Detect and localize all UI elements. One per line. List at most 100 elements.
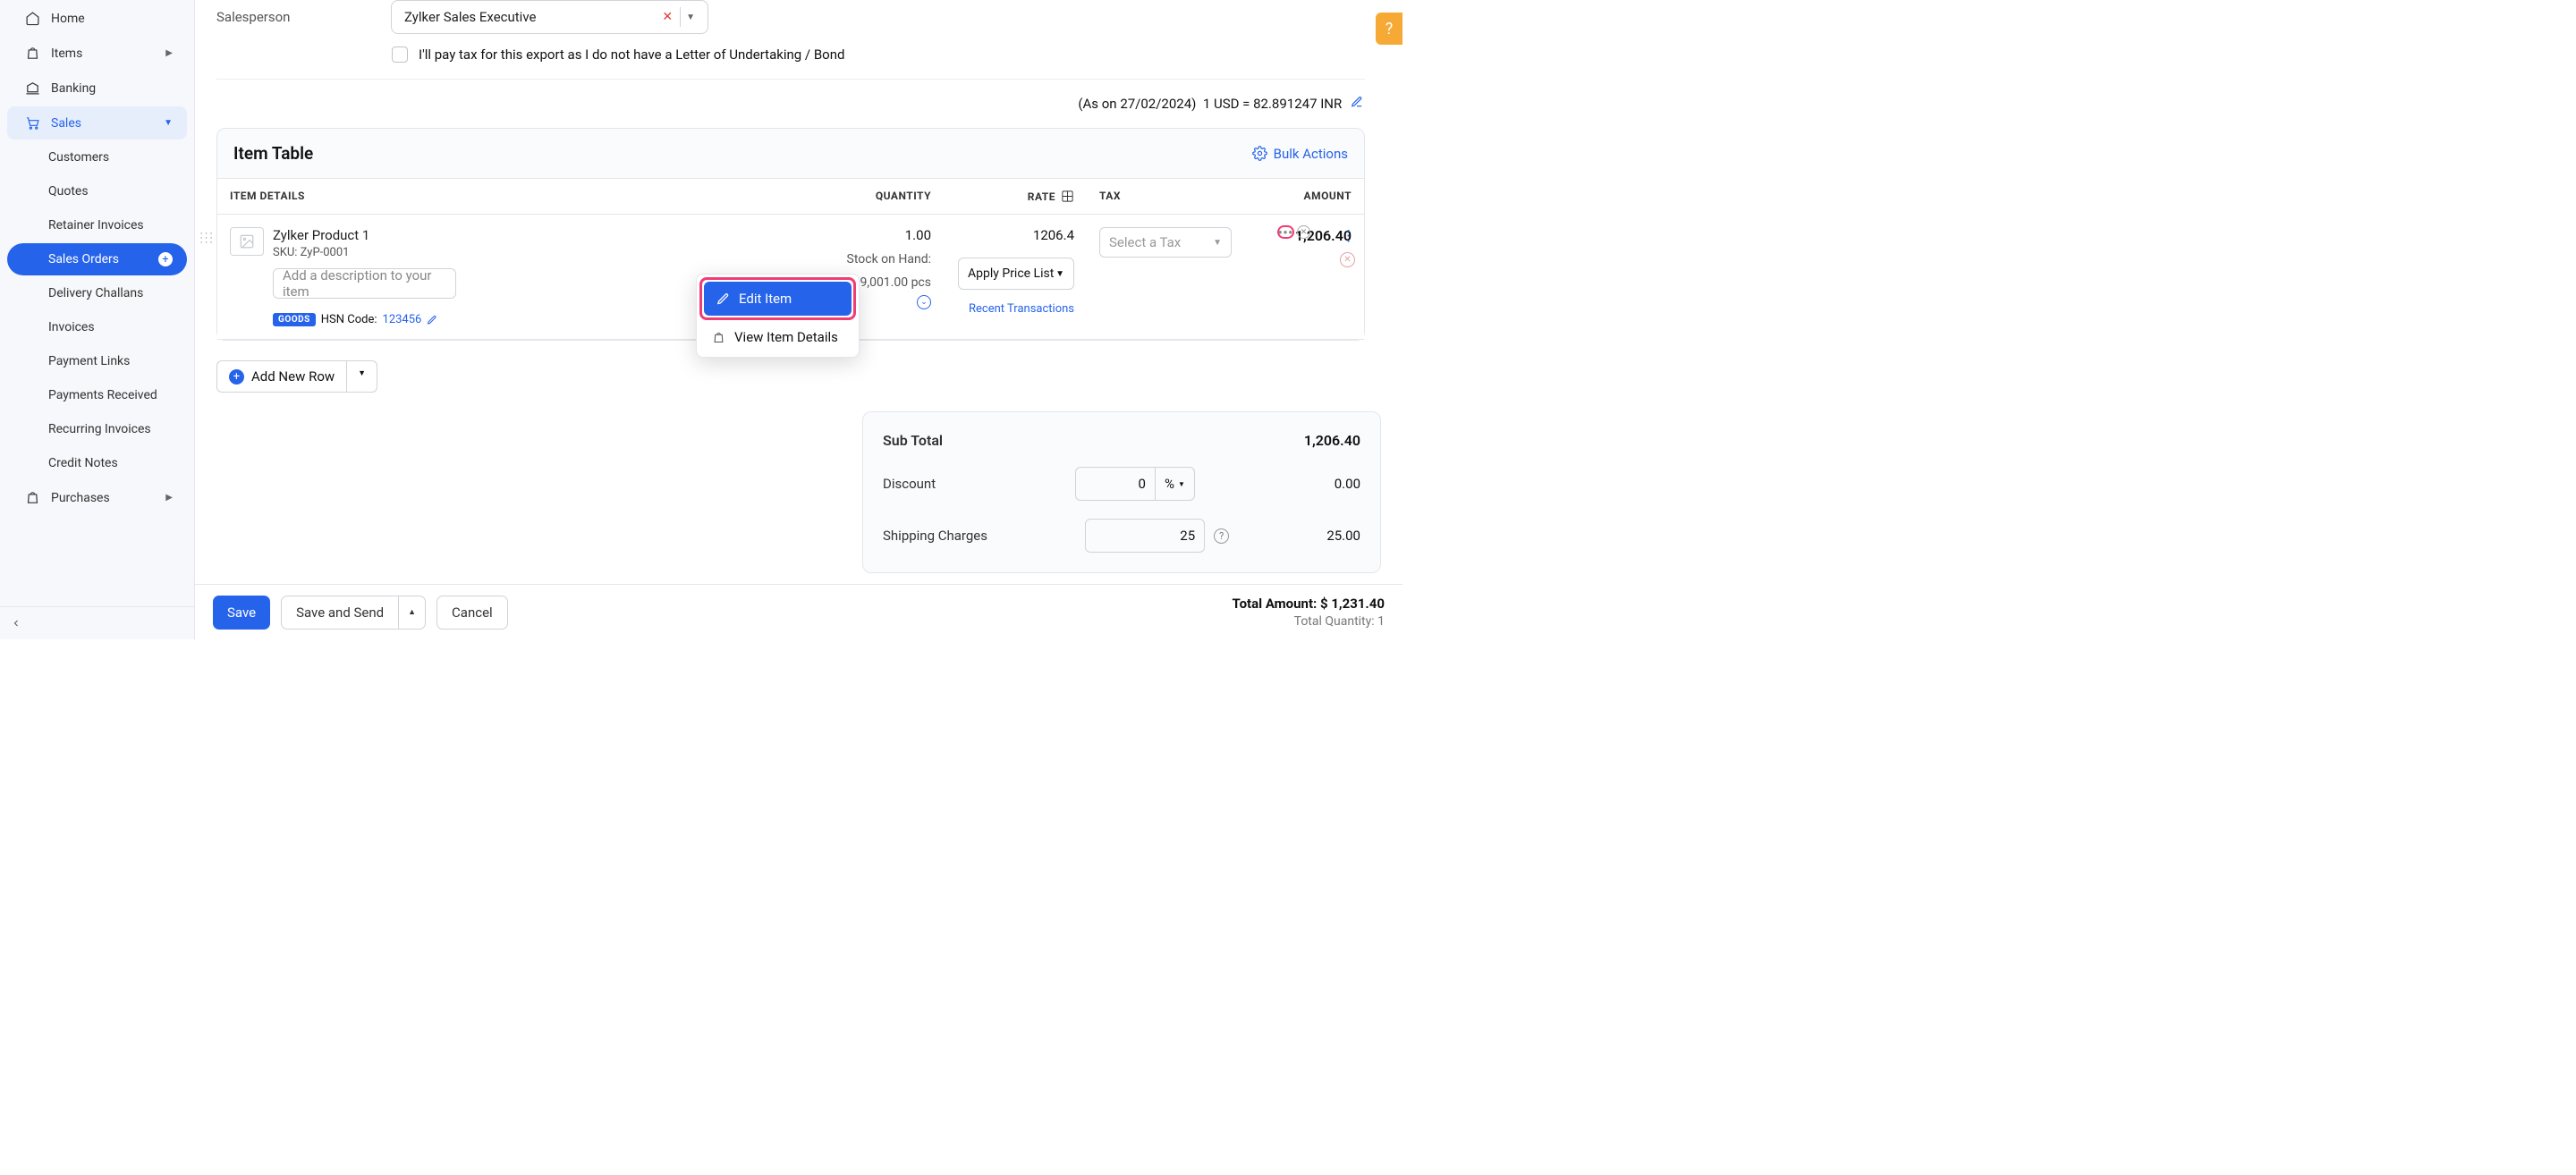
description-input[interactable]: Add a description to your item	[273, 268, 456, 299]
product-name[interactable]: Zylker Product 1	[273, 227, 797, 243]
exchange-rate-row: (As on 27/02/2024) 1 USD = 82.891247 INR	[216, 96, 1363, 112]
discount-unit-select[interactable]: % ▼	[1156, 467, 1195, 501]
sidebar-delivery[interactable]: Delivery Challans	[7, 277, 187, 309]
price-list-select[interactable]: Apply Price List ▼	[958, 258, 1074, 290]
sidebar-credit-notes[interactable]: Credit Notes	[7, 447, 187, 479]
sidebar-sales[interactable]: Sales ▼	[7, 106, 187, 139]
sidebar-item-label: Sales Orders	[48, 252, 119, 266]
rate-settings-icon[interactable]	[1061, 190, 1074, 203]
add-row-button[interactable]: + Add New Row	[216, 360, 347, 393]
hsn-value[interactable]: 123456	[383, 313, 422, 326]
home-icon	[25, 11, 40, 26]
sidebar-home[interactable]: Home	[7, 2, 187, 35]
sidebar-retainer[interactable]: Retainer Invoices	[7, 209, 187, 241]
shipping-input[interactable]: 25	[1085, 519, 1205, 553]
save-send-group: Save and Send ▲	[281, 596, 426, 630]
item-table-title: Item Table	[233, 143, 313, 164]
total-amount: Total Amount: $ 1,231.40	[1233, 596, 1385, 612]
bank-icon	[25, 80, 40, 96]
salesperson-select[interactable]: Zylker Sales Executive ✕ ▼	[391, 0, 708, 34]
save-and-send-button[interactable]: Save and Send	[281, 596, 399, 630]
expand-stock-icon[interactable]: ⌄	[917, 295, 931, 309]
view-item-option[interactable]: View Item Details	[699, 320, 856, 354]
subtotal-label: Sub Total	[883, 432, 943, 449]
sidebar-purchases[interactable]: Purchases ▶	[7, 481, 187, 514]
discount-row: Discount 0 % ▼ 0.00	[883, 467, 1360, 501]
sidebar-sales-orders[interactable]: Sales Orders +	[7, 243, 187, 275]
bag-icon	[712, 331, 725, 344]
sidebar-recurring[interactable]: Recurring Invoices	[7, 413, 187, 445]
sidebar-item-label: Credit Notes	[48, 456, 118, 470]
add-row-label: Add New Row	[251, 368, 335, 385]
remove-item-icon[interactable]: ✕	[1297, 225, 1310, 239]
shipping-value: 25.00	[1326, 528, 1360, 544]
cancel-button[interactable]: Cancel	[436, 596, 508, 630]
sidebar-quotes[interactable]: Quotes	[7, 175, 187, 207]
help-icon[interactable]: ?	[1214, 528, 1229, 544]
edit-item-option[interactable]: Edit Item	[704, 282, 852, 316]
save-send-dropdown[interactable]: ▲	[399, 596, 426, 630]
discount-input[interactable]: 0	[1075, 467, 1156, 501]
row-menu-icon[interactable]: ⋮	[1341, 227, 1354, 245]
drag-handle-icon[interactable]: ●●●●●●●●●	[200, 231, 215, 244]
add-icon[interactable]: +	[158, 252, 173, 266]
bulk-actions-label: Bulk Actions	[1274, 146, 1348, 162]
edit-icon[interactable]	[1351, 96, 1363, 112]
th-rate-label: RATE	[1028, 190, 1055, 203]
ellipsis-icon: ●●●	[1278, 228, 1294, 236]
sidebar-payment-links[interactable]: Payment Links	[7, 345, 187, 377]
tax-select[interactable]: Select a Tax ▼	[1099, 227, 1232, 258]
sidebar-collapse[interactable]	[0, 606, 194, 639]
stock-label: Stock on Hand:	[822, 252, 931, 266]
price-list-label: Apply Price List	[968, 266, 1054, 281]
chevron-down-icon: ▼	[1055, 269, 1064, 279]
sidebar-banking[interactable]: Banking	[7, 72, 187, 105]
edit-icon[interactable]	[427, 315, 437, 325]
item-table-header: Item Table Bulk Actions	[217, 129, 1364, 178]
gear-icon	[1252, 146, 1267, 161]
purchase-icon	[25, 490, 40, 505]
subtotal-row: Sub Total 1,206.40	[883, 432, 1360, 449]
salesperson-row: Salesperson Zylker Sales Executive ✕ ▼	[216, 0, 1385, 34]
sidebar-invoices[interactable]: Invoices	[7, 311, 187, 343]
shipping-row: Shipping Charges 25 ? 25.00	[883, 519, 1360, 553]
chevron-down-icon[interactable]: ▼	[681, 13, 700, 22]
sidebar-item-label: Delivery Challans	[48, 286, 143, 300]
sidebar-payments-received[interactable]: Payments Received	[7, 379, 187, 411]
save-button[interactable]: Save	[213, 596, 270, 630]
export-tax-checkbox[interactable]	[392, 46, 408, 63]
sidebar-item-label: Payments Received	[48, 388, 157, 402]
discount-unit-label: %	[1165, 476, 1174, 492]
add-row-group: + Add New Row ▼	[216, 360, 1385, 393]
view-item-label: View Item Details	[734, 329, 838, 345]
delete-row-icon[interactable]: ✕	[1340, 252, 1355, 267]
image-placeholder-icon[interactable]	[230, 227, 264, 256]
th-qty: QUANTITY	[809, 179, 944, 214]
divider	[216, 79, 1365, 80]
more-options-button[interactable]: ●●●	[1277, 225, 1294, 239]
th-details: ITEM DETAILS	[217, 179, 809, 214]
rate-value[interactable]: 1206.4	[956, 227, 1074, 243]
sidebar-item-label: Retainer Invoices	[48, 218, 144, 232]
chevron-down-icon: ▼	[164, 118, 173, 128]
sidebar-sales-label: Sales	[51, 116, 81, 131]
clear-icon[interactable]: ✕	[655, 10, 680, 24]
bulk-actions-link[interactable]: Bulk Actions	[1252, 146, 1348, 162]
th-tax: TAX	[1087, 179, 1239, 214]
export-tax-label: I'll pay tax for this export as I do not…	[419, 46, 844, 63]
fx-date: (As on 27/02/2024)	[1078, 96, 1196, 112]
sidebar-item-label: Purchases	[51, 491, 110, 505]
main: ? Salesperson Zylker Sales Executive ✕ ▼…	[195, 0, 1402, 639]
sidebar-item-label: Customers	[48, 150, 109, 165]
discount-value: 0.00	[1335, 476, 1360, 492]
recent-transactions-link[interactable]: Recent Transactions	[956, 302, 1074, 316]
add-row-dropdown[interactable]: ▼	[347, 360, 377, 393]
sidebar-items[interactable]: Items ▶	[7, 37, 187, 70]
sidebar-item-label: Invoices	[48, 320, 95, 334]
sidebar-customers[interactable]: Customers	[7, 141, 187, 173]
th-rate: RATE	[944, 179, 1087, 214]
tax-placeholder: Select a Tax	[1109, 234, 1181, 250]
qty-value[interactable]: 1.00	[822, 227, 931, 243]
sidebar-home-label: Home	[51, 12, 85, 26]
table-header-row: ITEM DETAILS QUANTITY RATE TAX AMOUNT	[217, 178, 1364, 215]
